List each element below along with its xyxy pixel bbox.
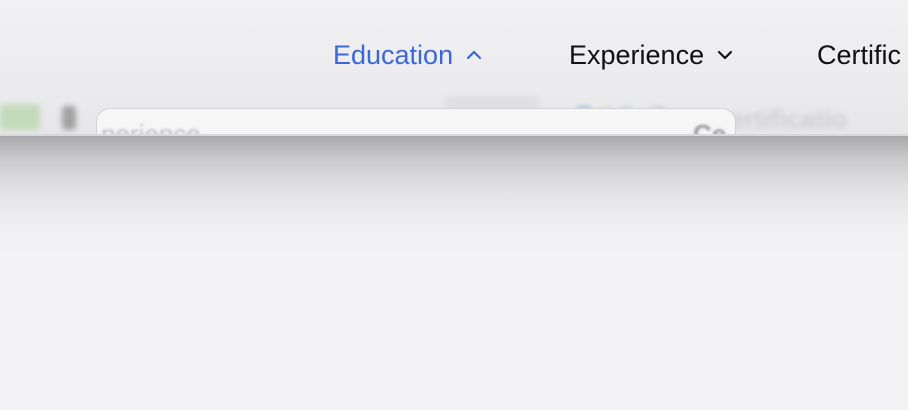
top-navigation-bar: ertificatio perience Ce Education Experi… bbox=[0, 0, 908, 136]
blurred-thumbnail bbox=[0, 104, 40, 130]
chevron-down-icon bbox=[716, 49, 734, 61]
blurred-heading: ertificatio bbox=[730, 104, 848, 134]
chevron-up-icon bbox=[465, 49, 483, 61]
nav-item-label: Experience bbox=[569, 39, 705, 70]
blurred-glyph bbox=[62, 106, 76, 130]
nav-item-experience[interactable]: Experience bbox=[569, 38, 734, 72]
page-content-area bbox=[0, 256, 908, 410]
nav-item-certifications[interactable]: Certific bbox=[817, 38, 901, 72]
nav-item-label: Education bbox=[333, 39, 454, 70]
nav-item-label: Certific bbox=[817, 39, 902, 70]
page: ertificatio perience Ce Education Experi… bbox=[0, 0, 908, 410]
background-dropdown-card: perience Ce bbox=[96, 108, 736, 136]
nav-item-education[interactable]: Education bbox=[333, 38, 483, 72]
dropdown-shadow bbox=[0, 136, 908, 256]
